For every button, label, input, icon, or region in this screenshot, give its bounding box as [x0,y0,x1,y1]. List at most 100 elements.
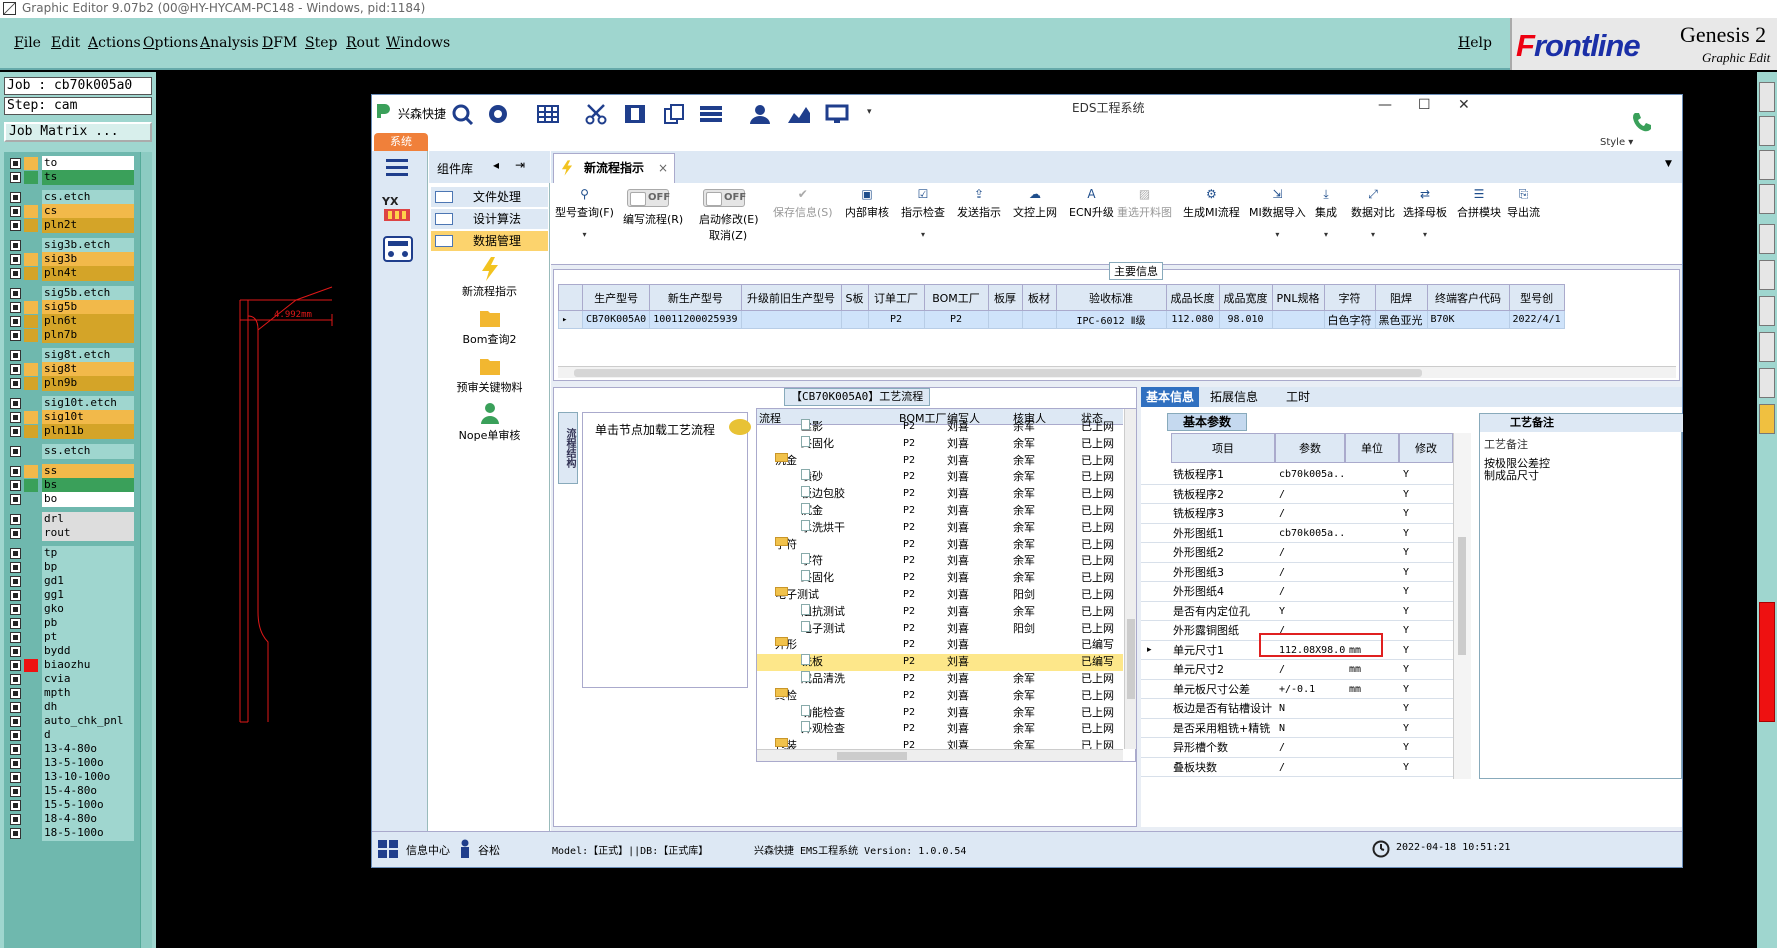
yx-logo-icon[interactable]: YX [380,193,414,223]
table-row[interactable]: ▸ CB70K005A0 10011200025939 P2 P2 IPC-60… [558,310,1565,329]
tab-extended-info[interactable]: 拓展信息 [1205,387,1263,407]
layer-name[interactable]: d [42,728,134,743]
layer-name[interactable]: bs [42,478,134,493]
layer-checkbox[interactable] [10,702,21,713]
param-value[interactable]: Y [1279,602,1345,621]
layer-color-swatch[interactable] [24,363,38,376]
layer-checkbox[interactable] [10,288,21,299]
flow-row[interactable]: 喷砂 P2 刘喜 余军 已上网 [757,469,1123,486]
layer-color-swatch[interactable] [24,445,38,458]
flow-node[interactable]: 阻抗测试 [801,603,845,620]
lib-item-file-processing[interactable]: 文件处理 [431,187,548,207]
layer-color-swatch[interactable] [24,827,38,840]
layer-checkbox[interactable] [10,158,21,169]
layer-row[interactable]: pln4t [4,266,136,281]
layer-name[interactable]: 18-4-80o [42,812,134,827]
flow-node[interactable]: 喷砂 [801,469,823,485]
layer-checkbox[interactable] [10,268,21,279]
param-row[interactable]: 外形图纸2 / Y [1141,543,1471,563]
user-icon[interactable] [748,103,774,125]
layer-name[interactable]: pln11b [42,424,134,439]
layer-name[interactable]: cs.etch [42,190,134,205]
layer-row[interactable]: bs [4,478,136,493]
flow-node[interactable]: 沉金 [775,452,797,469]
layer-checkbox[interactable] [10,398,21,409]
param-row[interactable]: 单元尺寸2 / mm Y [1141,660,1471,680]
layer-color-swatch[interactable] [24,465,38,478]
param-value[interactable]: / [1279,563,1345,582]
col-header[interactable]: 参数 [1275,433,1345,463]
data-compare-button[interactable]: ⤢ 数据对比 ▾ [1351,187,1395,239]
pin-icon[interactable]: ⇥ [515,158,525,172]
layer-name[interactable]: sig10t.etch [42,396,134,411]
flow-row[interactable]: 电子测试 P2 刘喜 阳剑 已上网 [757,620,1123,638]
cell[interactable]: CB70K005A0 [581,310,651,329]
col-header[interactable]: 修改 [1399,433,1453,463]
layer-row[interactable]: gd1 [4,574,136,589]
col-header[interactable]: S板 [840,284,869,311]
layer-color-swatch[interactable] [24,631,38,644]
list-icon[interactable] [698,103,724,125]
doc-online-button[interactable]: ☁ 文控上网 [1013,187,1057,220]
info-center-link[interactable]: 信息中心 [406,842,450,858]
layer-name[interactable]: sig3b.etch [42,238,134,253]
layer-checkbox[interactable] [10,480,21,491]
layer-checkbox[interactable] [10,316,21,327]
layer-checkbox[interactable] [10,378,21,389]
comment-icon[interactable] [729,419,751,435]
flow-node[interactable]: 终检 [775,687,797,704]
layer-color-swatch[interactable] [24,205,38,218]
cell[interactable]: IPC-6012 Ⅱ级 [1055,310,1167,329]
layer-checkbox[interactable] [10,412,21,423]
layer-name[interactable]: sig8t [42,362,134,377]
param-row[interactable]: 板边是否有钻槽设计 N Y [1141,699,1471,719]
globe-icon[interactable] [486,103,512,125]
layer-checkbox[interactable] [10,688,21,699]
layer-row[interactable]: 18-5-100o [4,826,136,841]
col-header[interactable]: 阻焊 [1374,284,1428,311]
main-info-hscrollbar[interactable] [558,366,1676,378]
layer-color-swatch[interactable] [24,411,38,424]
layer-color-swatch[interactable] [24,561,38,574]
param-row[interactable]: 是否有内定位孔 Y Y [1141,602,1471,621]
reselect-cutting-button[interactable]: ▨ 重选开料图 [1117,187,1172,220]
flow-node[interactable]: 电子测试 [801,620,845,637]
col-header[interactable]: 字符 [1323,284,1376,311]
layer-color-swatch[interactable] [24,659,38,672]
layer-row[interactable]: ss.etch [4,444,136,459]
menu-icon[interactable] [386,157,408,177]
param-row[interactable]: 外形图纸4 / Y [1141,582,1471,602]
layer-checkbox[interactable] [10,590,21,601]
col-header[interactable]: PNL规格 [1271,284,1325,311]
layer-row[interactable]: d [4,728,136,743]
remarks-text[interactable]: 按极限公差控制成品尺寸 [1484,458,1554,482]
cell[interactable]: 黑色亚光 [1374,310,1428,329]
tool-button[interactable] [1759,82,1775,112]
layer-color-swatch[interactable] [24,171,38,184]
tool-button[interactable] [1759,296,1775,326]
tab-basic-info[interactable]: 基本信息 [1141,387,1200,407]
flow-row[interactable]: 字符 P2 刘喜 余军 已上网 [757,553,1123,570]
tool-button[interactable] [1759,332,1775,362]
phone-icon[interactable] [1630,111,1652,133]
cancel-button[interactable]: 取消(Z) [709,227,747,243]
layer-name[interactable]: sig8t.etch [42,348,134,363]
flow-node[interactable]: 成品清洗 [801,671,845,687]
film-icon[interactable] [622,103,648,125]
layer-row[interactable]: pln7b [4,328,136,343]
layer-color-swatch[interactable] [24,513,38,526]
flow-row[interactable]: 阻抗测试 P2 刘喜 余军 已上网 [757,603,1123,621]
layer-name[interactable]: to [42,156,134,171]
layer-name[interactable]: ts [42,170,134,185]
layer-row[interactable]: pln11b [4,424,136,439]
layer-checkbox[interactable] [10,618,21,629]
layer-checkbox[interactable] [10,240,21,251]
layer-row[interactable]: dh [4,700,136,715]
layer-row[interactable]: sig3b.etch [4,238,136,253]
param-value[interactable]: +/-0.1 [1279,680,1345,699]
layer-name[interactable]: mpth [42,686,134,701]
layer-checkbox[interactable] [10,800,21,811]
flow-row[interactable]: 功能检查 P2 刘喜 余军 已上网 [757,704,1123,722]
scroll-thumb[interactable] [837,752,907,760]
layer-checkbox[interactable] [10,192,21,203]
